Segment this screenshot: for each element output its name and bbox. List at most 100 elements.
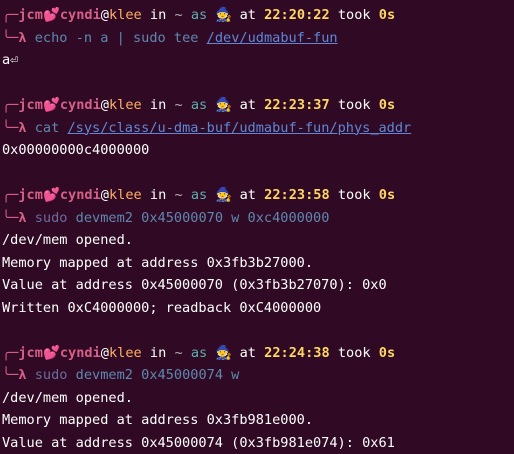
command-separator bbox=[27, 367, 35, 383]
command-line[interactable]: ╰─λ sudo devmem2 0x45000070 w 0xc4000000 bbox=[0, 207, 514, 230]
command-line[interactable]: ╰─λ sudo devmem2 0x45000074 w bbox=[0, 364, 514, 387]
prompt-line: ╭─jcm💕cyndi@klee in ~ as 🧙 at 22:24:38 t… bbox=[0, 342, 514, 365]
prompt-name: cyndi bbox=[60, 97, 101, 113]
command-block: ╭─jcm💕cyndi@klee in ~ as 🧙 at 22:23:37 t… bbox=[0, 94, 514, 184]
command-token: sudo bbox=[35, 210, 68, 226]
prompt-duration: 0s bbox=[379, 7, 395, 23]
wizard-icon: 🧙 bbox=[215, 94, 231, 117]
prompt-host: klee bbox=[109, 97, 142, 113]
output-line: a⏎ bbox=[0, 49, 514, 72]
prompt-duration: 0s bbox=[379, 187, 395, 203]
prompt-took-word: took bbox=[330, 345, 379, 361]
prompt-corner-top: ╭─ bbox=[2, 7, 18, 23]
prompt-took-word: took bbox=[330, 97, 379, 113]
prompt-in-word: in bbox=[142, 97, 175, 113]
command-line[interactable]: ╰─λ cat /sys/class/u-dma-buf/udmabuf-fun… bbox=[0, 117, 514, 140]
prompt-duration: 0s bbox=[379, 345, 395, 361]
prompt-corner-bottom: ╰─ bbox=[2, 367, 18, 383]
prompt-directory: ~ bbox=[174, 97, 182, 113]
prompt-took-word: took bbox=[330, 7, 379, 23]
heart-icon: 💕 bbox=[43, 187, 60, 203]
prompt-user: jcm bbox=[18, 345, 43, 361]
command-separator bbox=[27, 210, 35, 226]
command-token: -n a | bbox=[68, 30, 133, 46]
prompt-in-word: in bbox=[142, 187, 175, 203]
prompt-as-word: as bbox=[183, 187, 216, 203]
prompt-host: klee bbox=[109, 187, 142, 203]
wizard-icon: 🧙 bbox=[215, 184, 231, 207]
heart-icon: 💕 bbox=[43, 97, 60, 113]
prompt-in-word: in bbox=[142, 7, 175, 23]
lambda-icon: λ bbox=[18, 120, 26, 136]
command-token: cat bbox=[35, 120, 60, 136]
prompt-in-word: in bbox=[142, 345, 175, 361]
command-line[interactable]: ╰─λ echo -n a | sudo tee /dev/udmabuf-fu… bbox=[0, 27, 514, 50]
terminal-window[interactable]: ╭─jcm💕cyndi@klee in ~ as 🧙 at 22:20:22 t… bbox=[0, 0, 514, 447]
prompt-corner-bottom: ╰─ bbox=[2, 210, 18, 226]
command-path-link: /sys/class/u-dma-buf/udmabuf-fun/phys_ad… bbox=[68, 120, 412, 136]
output-line: 0x00000000c4000000 bbox=[0, 139, 514, 162]
blank-line bbox=[0, 72, 514, 95]
prompt-duration: 0s bbox=[379, 97, 395, 113]
wizard-icon: 🧙 bbox=[215, 342, 231, 365]
prompt-name: cyndi bbox=[60, 345, 101, 361]
prompt-as-word: as bbox=[183, 97, 216, 113]
blank-line bbox=[0, 319, 514, 342]
command-block: ╭─jcm💕cyndi@klee in ~ as 🧙 at 22:20:22 t… bbox=[0, 4, 514, 94]
prompt-host: klee bbox=[109, 345, 142, 361]
prompt-name: cyndi bbox=[60, 187, 101, 203]
output-line: /dev/mem opened. bbox=[0, 229, 514, 252]
prompt-at-word: at bbox=[231, 345, 264, 361]
prompt-time: 22:23:37 bbox=[264, 97, 329, 113]
output-line: Written 0xC4000000; readback 0xC4000000 bbox=[0, 297, 514, 320]
prompt-line: ╭─jcm💕cyndi@klee in ~ as 🧙 at 22:23:58 t… bbox=[0, 184, 514, 207]
wizard-icon: 🧙 bbox=[215, 4, 231, 27]
prompt-directory: ~ bbox=[174, 345, 182, 361]
command-block: ╭─jcm💕cyndi@klee in ~ as 🧙 at 22:24:38 t… bbox=[0, 342, 514, 454]
prompt-at-word: at bbox=[231, 97, 264, 113]
command-separator bbox=[27, 120, 35, 136]
command-separator bbox=[27, 30, 35, 46]
prompt-at-sign: @ bbox=[101, 7, 109, 23]
command-token: tee bbox=[166, 30, 207, 46]
output-line: Value at address 0x45000074 (0x3fb981e07… bbox=[0, 432, 514, 454]
prompt-at-word: at bbox=[231, 7, 264, 23]
prompt-took-word: took bbox=[330, 187, 379, 203]
prompt-as-word: as bbox=[183, 7, 216, 23]
blank-line bbox=[0, 162, 514, 185]
prompt-corner-top: ╭─ bbox=[2, 97, 18, 113]
prompt-user: jcm bbox=[18, 187, 43, 203]
prompt-corner-top: ╭─ bbox=[2, 345, 18, 361]
command-block: ╭─jcm💕cyndi@klee in ~ as 🧙 at 22:23:58 t… bbox=[0, 184, 514, 342]
output-line: Memory mapped at address 0x3fb981e000. bbox=[0, 409, 514, 432]
command-token: sudo bbox=[35, 367, 68, 383]
prompt-user: jcm bbox=[18, 97, 43, 113]
prompt-time: 22:23:58 bbox=[264, 187, 329, 203]
prompt-time: 22:20:22 bbox=[264, 7, 329, 23]
prompt-corner-top: ╭─ bbox=[2, 187, 18, 203]
lambda-icon: λ bbox=[18, 30, 26, 46]
command-token: echo bbox=[35, 30, 68, 46]
prompt-line: ╭─jcm💕cyndi@klee in ~ as 🧙 at 22:23:37 t… bbox=[0, 94, 514, 117]
command-token bbox=[59, 120, 67, 136]
prompt-at-sign: @ bbox=[101, 187, 109, 203]
lambda-icon: λ bbox=[18, 367, 26, 383]
prompt-line: ╭─jcm💕cyndi@klee in ~ as 🧙 at 22:20:22 t… bbox=[0, 4, 514, 27]
command-token: devmem2 0x45000070 w 0xc4000000 bbox=[68, 210, 330, 226]
prompt-user: jcm bbox=[18, 7, 43, 23]
prompt-at-sign: @ bbox=[101, 97, 109, 113]
prompt-host: klee bbox=[109, 7, 142, 23]
command-token: sudo bbox=[133, 30, 166, 46]
heart-icon: 💕 bbox=[43, 7, 60, 23]
prompt-directory: ~ bbox=[174, 187, 182, 203]
lambda-icon: λ bbox=[18, 210, 26, 226]
prompt-corner-bottom: ╰─ bbox=[2, 30, 18, 46]
output-line: /dev/mem opened. bbox=[0, 387, 514, 410]
command-token: devmem2 0x45000074 w bbox=[68, 367, 240, 383]
prompt-corner-bottom: ╰─ bbox=[2, 120, 18, 136]
heart-icon: 💕 bbox=[43, 345, 60, 361]
prompt-name: cyndi bbox=[60, 7, 101, 23]
prompt-time: 22:24:38 bbox=[264, 345, 329, 361]
prompt-directory: ~ bbox=[174, 7, 182, 23]
output-line: Value at address 0x45000070 (0x3fb3b2707… bbox=[0, 274, 514, 297]
